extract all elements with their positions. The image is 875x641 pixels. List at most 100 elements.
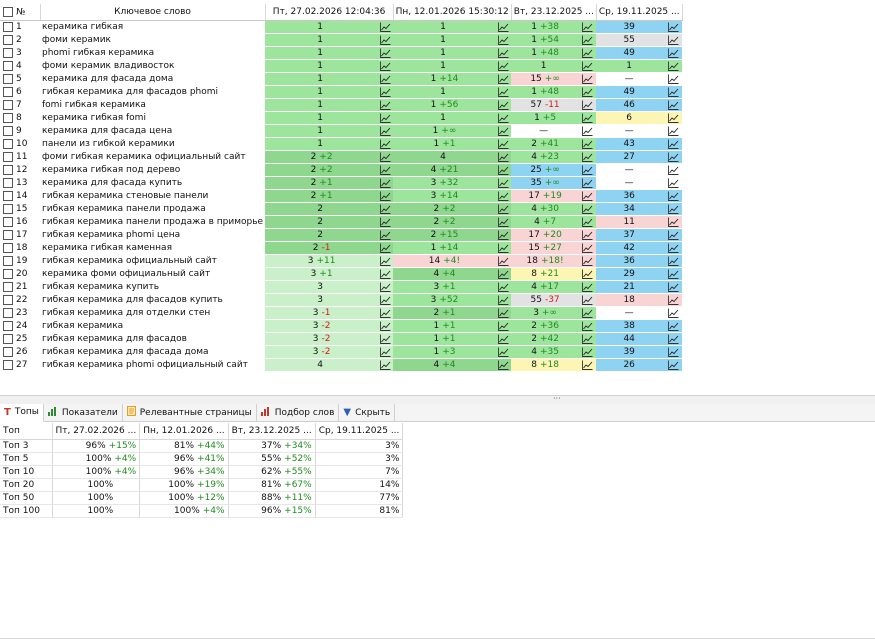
position-cell[interactable]: 3 +32 bbox=[393, 176, 496, 190]
position-cell[interactable]: 2 +1 bbox=[265, 176, 379, 190]
position-chart-icon[interactable] bbox=[664, 59, 683, 73]
row-number-cell[interactable]: 13 bbox=[0, 176, 40, 190]
keyword-row[interactable]: 2 фоми керамик 1 1 1 +54 55 bbox=[0, 33, 683, 47]
keyword-row[interactable]: 20 керамика фоми официальный сайт 3 +1 4 +4 8 +… bbox=[0, 267, 683, 281]
position-cell[interactable]: 36 bbox=[596, 189, 665, 203]
position-cell[interactable]: 1 bbox=[265, 137, 379, 151]
position-chart-icon[interactable] bbox=[578, 358, 597, 372]
row-checkbox[interactable] bbox=[3, 60, 13, 71]
row-checkbox[interactable] bbox=[3, 164, 13, 175]
position-cell[interactable]: 18 bbox=[596, 293, 665, 307]
position-cell[interactable]: 2 +41 bbox=[511, 137, 579, 151]
position-chart-icon[interactable] bbox=[664, 202, 683, 216]
keyword-row[interactable]: 26 гибкая керамика для фасада дома 3 -2 1 +3 4… bbox=[0, 345, 683, 359]
position-chart-icon[interactable] bbox=[578, 111, 597, 125]
keyword-cell[interactable]: панели из гибкой керамики bbox=[40, 137, 266, 151]
position-chart-icon[interactable] bbox=[578, 319, 597, 333]
position-chart-icon[interactable] bbox=[495, 280, 512, 294]
keyword-row[interactable]: 4 фоми керамик владивосток 1 1 1 1 bbox=[0, 59, 683, 73]
keyword-row[interactable]: 3 phomi гибкая керамика 1 1 1 +48 49 bbox=[0, 46, 683, 60]
position-chart-icon[interactable] bbox=[664, 332, 683, 346]
row-number-cell[interactable]: 23 bbox=[0, 306, 40, 320]
row-checkbox[interactable] bbox=[3, 138, 13, 149]
position-chart-icon[interactable] bbox=[664, 111, 683, 125]
position-cell[interactable]: — bbox=[596, 72, 665, 86]
position-cell[interactable]: 1 bbox=[265, 46, 379, 60]
keyword-cell[interactable]: гибкая керамика для фасада дома bbox=[40, 345, 266, 359]
keyword-row[interactable]: 9 керамика для фасада цена 1 1 +∞ — — bbox=[0, 124, 683, 138]
position-cell[interactable]: 1 +48 bbox=[511, 46, 579, 60]
position-chart-icon[interactable] bbox=[578, 267, 597, 281]
position-chart-icon[interactable] bbox=[578, 228, 597, 242]
row-checkbox[interactable] bbox=[3, 333, 13, 344]
keyword-cell[interactable]: гибкая керамика купить bbox=[40, 280, 266, 294]
tops-row[interactable]: Топ 5 100% +4% 96% +41% 55% +52% 3% bbox=[0, 452, 404, 466]
keyword-cell[interactable]: фоми керамик владивосток bbox=[40, 59, 266, 73]
row-checkbox[interactable] bbox=[3, 21, 13, 32]
position-cell[interactable]: 1 bbox=[265, 111, 379, 125]
position-chart-icon[interactable] bbox=[664, 215, 683, 229]
keyword-row[interactable]: 25 гибкая керамика для фасадов 3 -2 1 +1 2 +42 4… bbox=[0, 332, 683, 346]
keyword-cell[interactable]: гибкая керамика панели продажа в приморь… bbox=[40, 215, 266, 229]
position-chart-icon[interactable] bbox=[578, 345, 597, 359]
position-cell[interactable]: 49 bbox=[596, 85, 665, 99]
position-chart-icon[interactable] bbox=[378, 306, 394, 320]
tops-header-1[interactable]: Пт, 27.02.2026 ... bbox=[52, 423, 141, 440]
position-chart-icon[interactable] bbox=[378, 189, 394, 203]
keyword-cell[interactable]: гибкая керамика phomi официальный сайт bbox=[40, 358, 266, 372]
row-checkbox[interactable] bbox=[3, 216, 13, 227]
position-cell[interactable]: 2 +2 bbox=[393, 202, 496, 216]
position-chart-icon[interactable] bbox=[495, 267, 512, 281]
keyword-cell[interactable]: гибкая керамика для фасадов phomi bbox=[40, 85, 266, 99]
row-checkbox[interactable] bbox=[3, 242, 13, 253]
position-chart-icon[interactable] bbox=[495, 306, 512, 320]
position-chart-icon[interactable] bbox=[664, 319, 683, 333]
position-chart-icon[interactable] bbox=[578, 202, 597, 216]
position-chart-icon[interactable] bbox=[664, 176, 683, 190]
row-checkbox[interactable] bbox=[3, 34, 13, 45]
row-checkbox[interactable] bbox=[3, 47, 13, 58]
position-cell[interactable]: 3 -1 bbox=[265, 306, 379, 320]
keyword-cell[interactable]: керамика для фасада купить bbox=[40, 176, 266, 190]
position-cell[interactable]: 1 +1 bbox=[393, 319, 496, 333]
position-chart-icon[interactable] bbox=[664, 33, 683, 47]
keyword-cell[interactable]: гибкая керамика bbox=[40, 319, 266, 333]
position-cell[interactable]: 1 bbox=[393, 85, 496, 99]
row-checkbox[interactable] bbox=[3, 99, 13, 110]
row-checkbox[interactable] bbox=[3, 112, 13, 123]
row-number-cell[interactable]: 19 bbox=[0, 254, 40, 268]
position-cell[interactable]: — bbox=[596, 306, 665, 320]
position-chart-icon[interactable] bbox=[495, 202, 512, 216]
row-checkbox[interactable] bbox=[3, 268, 13, 279]
position-chart-icon[interactable] bbox=[664, 98, 683, 112]
position-chart-icon[interactable] bbox=[378, 163, 394, 177]
row-number-cell[interactable]: 26 bbox=[0, 345, 40, 359]
position-cell[interactable]: 26 bbox=[596, 358, 665, 372]
keyword-cell[interactable]: керамика для фасада цена bbox=[40, 124, 266, 138]
position-chart-icon[interactable] bbox=[578, 254, 597, 268]
position-cell[interactable]: 1 bbox=[265, 124, 379, 138]
position-cell[interactable]: 8 +21 bbox=[511, 267, 579, 281]
position-cell[interactable]: 4 +21 bbox=[393, 163, 496, 177]
position-cell[interactable]: 1 +∞ bbox=[393, 124, 496, 138]
position-cell[interactable]: 46 bbox=[596, 98, 665, 112]
position-chart-icon[interactable] bbox=[578, 85, 597, 99]
tops-header-3[interactable]: Вт, 23.12.2025 ... bbox=[228, 423, 316, 440]
header-date-3[interactable]: Вт, 23.12.2025 ... bbox=[511, 4, 597, 21]
position-cell[interactable]: 4 bbox=[393, 150, 496, 164]
position-chart-icon[interactable] bbox=[495, 150, 512, 164]
position-cell[interactable]: 1 +3 bbox=[393, 345, 496, 359]
position-chart-icon[interactable] bbox=[664, 124, 683, 138]
position-cell[interactable]: 4 +4 bbox=[393, 267, 496, 281]
splitter-grip-icon[interactable]: ··· bbox=[553, 395, 561, 403]
row-number-cell[interactable]: 14 bbox=[0, 189, 40, 203]
position-cell[interactable]: 2 bbox=[265, 202, 379, 216]
position-cell[interactable]: 1 bbox=[393, 33, 496, 47]
position-cell[interactable]: 4 bbox=[265, 358, 379, 372]
position-chart-icon[interactable] bbox=[378, 111, 394, 125]
row-number-cell[interactable]: 11 bbox=[0, 150, 40, 164]
tab-1[interactable]: T Топы bbox=[0, 403, 44, 422]
position-chart-icon[interactable] bbox=[495, 137, 512, 151]
keyword-cell[interactable]: фоми керамик bbox=[40, 33, 266, 47]
keyword-row[interactable]: 6 гибкая керамика для фасадов phomi 1 1 1 +48… bbox=[0, 85, 683, 99]
